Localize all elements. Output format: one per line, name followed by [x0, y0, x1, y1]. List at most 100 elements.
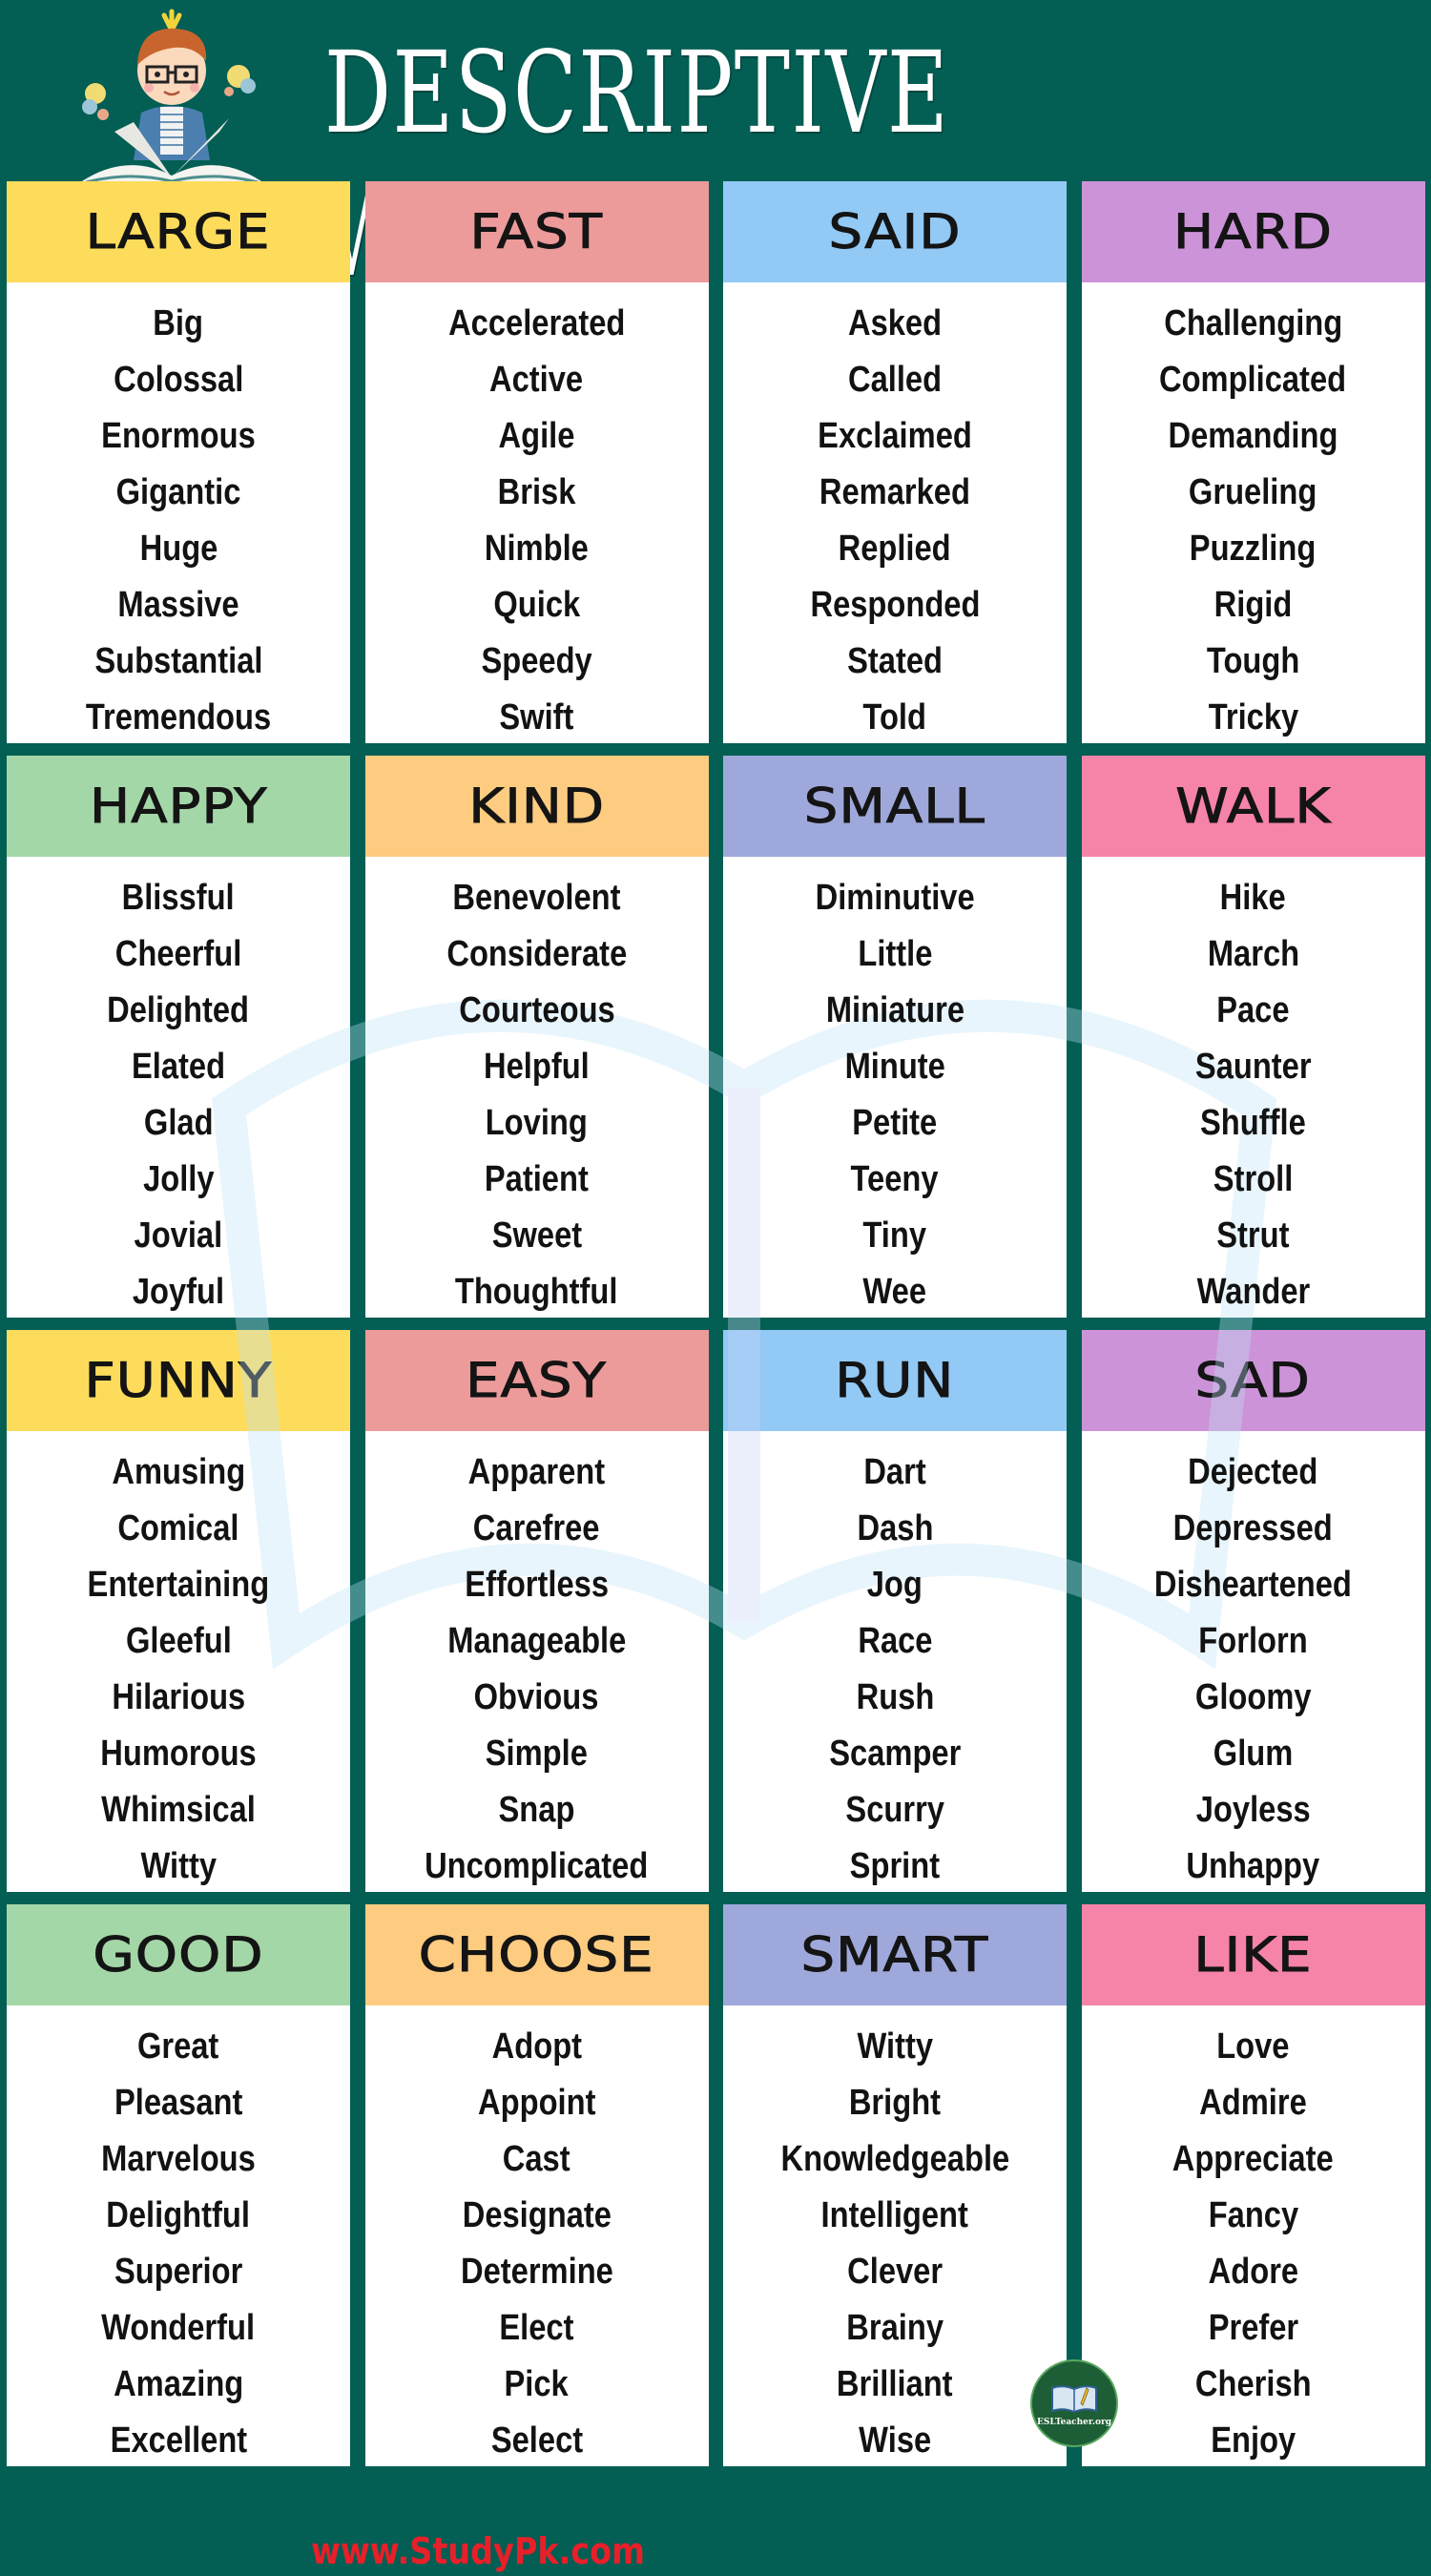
word-item: Miniature [825, 990, 964, 1030]
footer-website-link[interactable]: www.StudyPk.com [311, 2530, 645, 2572]
word-item: Amazing [113, 2364, 244, 2404]
word-item: Pace [1216, 990, 1290, 1030]
word-item: Responded [810, 585, 980, 625]
word-item: Depressed [1172, 1508, 1334, 1548]
word-item: Patient [485, 1159, 589, 1199]
word-item: Whimsical [101, 1790, 256, 1830]
card-header: SMALL [723, 756, 1067, 857]
word-card-choose: CHOOSE Adopt Appoint Cast Designate Determine… [364, 1904, 709, 2466]
word-item: Wander [1196, 1272, 1310, 1312]
word-list: Apparent Carefree Effortless Manageable Obvi… [365, 1431, 709, 1892]
word-item: Quick [493, 585, 580, 625]
card-heading: FUNNY [84, 1353, 273, 1409]
word-item: Tricky [1208, 697, 1298, 737]
word-list: Dejected Depressed Disheartened Forlorn Gloo… [1082, 1431, 1425, 1892]
word-item: Wonderful [101, 2308, 256, 2348]
card-heading: WALK [1174, 779, 1332, 835]
word-item: Apparent [467, 1452, 606, 1492]
word-list: Big Colossal Enormous Gigantic Huge Massive Su… [7, 282, 350, 743]
header: DESCRIPTIVE WORDS [0, 0, 1431, 301]
word-item: Stated [847, 641, 943, 681]
word-item: Puzzling [1190, 529, 1317, 569]
word-item: Unhappy [1186, 1846, 1320, 1886]
word-item: Designate [462, 2195, 612, 2235]
word-grid: LARGE Big Colossal Enormous Gigantic Huge Mass… [7, 181, 1425, 2466]
card-heading: FAST [469, 204, 604, 260]
card-heading: HARD [1172, 204, 1333, 260]
word-item: Great [137, 2026, 219, 2067]
word-item: Gloomy [1194, 1677, 1312, 1717]
card-header: WALK [1081, 756, 1425, 857]
word-list: Accelerated Active Agile Brisk Nimble Quick Sp… [365, 282, 709, 743]
word-list: Hike March Pace Saunter Shuffle Stroll Strut Wa… [1082, 857, 1425, 1318]
word-item: Humorous [100, 1734, 257, 1774]
card-header: SAID [723, 181, 1067, 282]
word-card-said: SAID Asked Called Exclaimed Remarked Replied R… [723, 181, 1067, 743]
word-list: Dart Dash Jog Race Rush Scamper Scurry Sprint [723, 1431, 1067, 1892]
word-item: Benevolent [452, 878, 621, 918]
word-item: Tremendous [85, 697, 272, 737]
word-item: Cast [503, 2139, 570, 2179]
card-header: SAD [1081, 1330, 1425, 1431]
word-card-kind: KIND Benevolent Considerate Courteous Helpfu… [364, 756, 709, 1318]
word-item: Knowledgeable [780, 2139, 1009, 2179]
word-item: Marvelous [101, 2139, 256, 2179]
word-item: Big [153, 303, 204, 343]
word-item: Dash [857, 1508, 933, 1548]
word-item: Blissful [121, 878, 236, 918]
card-header: RUN [723, 1330, 1067, 1431]
word-item: Called [847, 360, 943, 400]
card-header: LARGE [7, 181, 350, 282]
word-item: Sprint [849, 1846, 941, 1886]
card-header: HAPPY [7, 756, 350, 857]
card-header: SMART [723, 1904, 1067, 2005]
word-item: Gleeful [125, 1621, 232, 1661]
word-list: Great Pleasant Marvelous Delightful Superior… [7, 2005, 350, 2466]
word-item: Substantial [93, 641, 263, 681]
word-card-small: SMALL Diminutive Little Miniature Minute Peti… [723, 756, 1067, 1318]
word-card-sad: SAD Dejected Depressed Disheartened Forlorn G… [1081, 1330, 1425, 1892]
word-item: Uncomplicated [425, 1846, 649, 1886]
word-item: Enormous [101, 416, 256, 456]
word-item: Jolly [142, 1159, 215, 1199]
footer: www.StudyPk.com [0, 2481, 1431, 2576]
word-item: Active [489, 360, 584, 400]
card-heading: SAD [1194, 1353, 1312, 1409]
word-item: Joyless [1195, 1790, 1311, 1830]
word-item: Witty [857, 2026, 933, 2067]
word-list: Asked Called Exclaimed Remarked Replied Respo… [723, 282, 1067, 743]
card-heading: SAID [828, 204, 962, 260]
word-item: Fancy [1208, 2195, 1298, 2235]
word-item: Wise [858, 2420, 931, 2461]
card-heading: CHOOSE [418, 1927, 655, 1984]
word-item: Clever [847, 2252, 943, 2292]
card-header: GOOD [7, 1904, 350, 2005]
card-heading: HAPPY [89, 779, 268, 835]
word-item: Jog [866, 1565, 923, 1605]
word-card-smart: SMART Witty Bright Knowledgeable Intelligent… [723, 1904, 1067, 2466]
word-card-hard: HARD Challenging Complicated Demanding Gruel… [1081, 181, 1425, 743]
word-item: Rigid [1213, 585, 1293, 625]
word-item: Agile [498, 416, 575, 456]
word-card-happy: HAPPY Blissful Cheerful Delighted Elated Glad… [7, 756, 350, 1318]
word-item: Admire [1199, 2083, 1307, 2123]
word-item: Nimble [485, 529, 589, 569]
word-card-walk: WALK Hike March Pace Saunter Shuffle Stroll Str… [1081, 756, 1425, 1318]
word-item: Obvious [474, 1677, 599, 1717]
word-item: Cheerful [114, 934, 242, 974]
word-item: Adore [1208, 2252, 1298, 2292]
word-item: Amusing [112, 1452, 245, 1492]
word-item: Replied [838, 529, 952, 569]
word-list: Love Admire Appreciate Fancy Adore Prefer Cher… [1082, 2005, 1425, 2466]
word-item: Stroll [1213, 1159, 1294, 1199]
word-item: Love [1216, 2026, 1290, 2067]
word-item: Accelerated [447, 303, 626, 343]
word-item: Grueling [1189, 472, 1317, 512]
word-item: Carefree [473, 1508, 600, 1548]
word-item: Cherish [1194, 2364, 1312, 2404]
mascot-reading-book-icon [75, 9, 268, 187]
word-item: Bright [848, 2083, 942, 2123]
word-item: Hike [1219, 878, 1287, 918]
word-item: Hilarious [112, 1677, 245, 1717]
word-item: Dart [863, 1452, 926, 1492]
